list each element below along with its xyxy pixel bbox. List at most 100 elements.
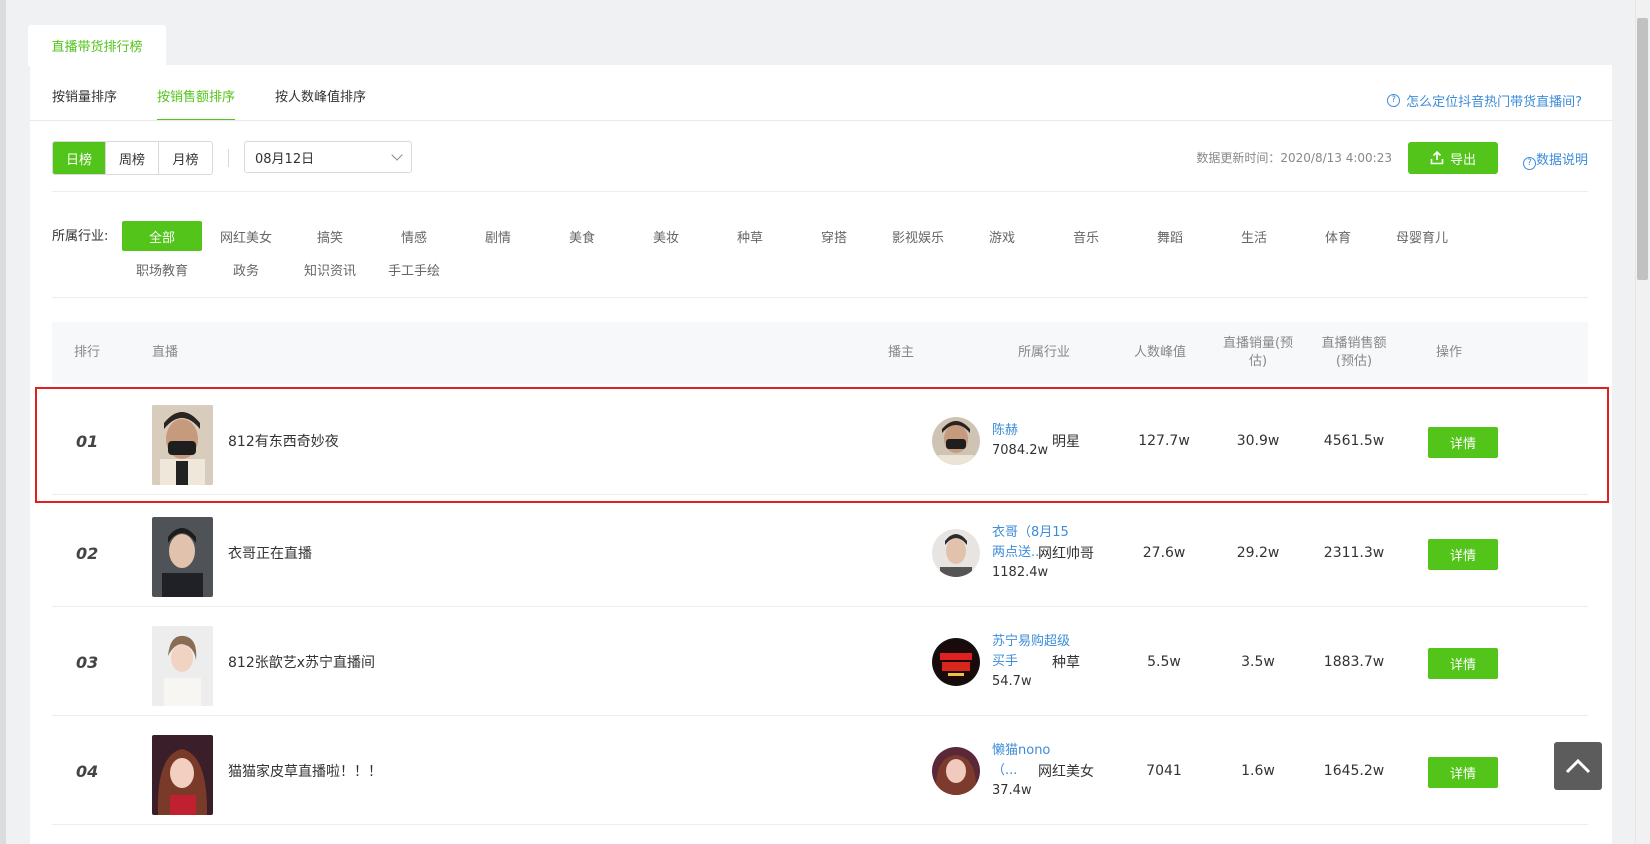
- amount-cell: 1883.7w: [1323, 654, 1385, 670]
- table-header: 排行 直播 播主 所属行业 人数峰值 直播销量(预估) 直播销售额(预估) 操作: [52, 322, 1588, 384]
- detail-button[interactable]: 详情: [1428, 427, 1498, 458]
- back-to-top-button[interactable]: [1554, 742, 1602, 790]
- header-industry: 所属行业: [1018, 345, 1071, 360]
- chevron-down-icon: [391, 149, 403, 161]
- industry-filter: 全部 网红美女 搞笑 情感 剧情 美食 美妆 种草 穿搭 影视娱乐 游戏 音乐 …: [122, 221, 1482, 287]
- table-row: 03 812张歆艺x苏宁直播间 苏宁易购超级买手 54.7w 种草 5.5w 3…: [52, 608, 1588, 716]
- rank-number: 03: [76, 652, 99, 672]
- volume-cell: 30.9w: [1236, 433, 1280, 449]
- live-title[interactable]: 812有东西奇妙夜: [228, 387, 339, 495]
- question-icon: ?: [1387, 94, 1401, 107]
- industry-item[interactable]: 种草: [710, 221, 790, 251]
- period-daily-button[interactable]: 日榜: [53, 142, 106, 174]
- industry-item[interactable]: 音乐: [1046, 221, 1126, 251]
- industry-item[interactable]: 舞蹈: [1130, 221, 1210, 251]
- industry-all[interactable]: 全部: [122, 221, 202, 251]
- industry-item[interactable]: 母婴育儿: [1382, 221, 1462, 251]
- tab-sort-by-amount[interactable]: 按销售额排序: [157, 65, 236, 121]
- divider: [30, 120, 1612, 121]
- table-row: 04 猫猫家皮草直播啦！！！ 懒猫nono（... 37.4w 网红美女 704…: [52, 717, 1588, 825]
- divider: [52, 191, 1588, 192]
- industry-cell: 网红帅哥: [1038, 546, 1094, 562]
- industry-item[interactable]: 生活: [1214, 221, 1294, 251]
- header-peak: 人数峰值: [1134, 345, 1187, 360]
- period-toggle: 日榜 周榜 月榜: [52, 141, 213, 175]
- industry-item[interactable]: 美食: [542, 221, 622, 251]
- industry-cell: 明星: [1052, 434, 1080, 450]
- period-monthly-button[interactable]: 月榜: [159, 142, 212, 174]
- amount-cell: 2311.3w: [1323, 545, 1385, 561]
- detail-button[interactable]: 详情: [1428, 539, 1498, 570]
- tab-live-sales-ranking[interactable]: 直播带货排行榜: [28, 25, 166, 66]
- divider: [228, 149, 229, 167]
- header-action: 操作: [1436, 345, 1463, 360]
- live-cover-image[interactable]: [152, 405, 213, 485]
- update-time: 数据更新时间：2020/8/13 4:00:23: [1196, 151, 1392, 165]
- industry-item[interactable]: 职场教育: [122, 254, 202, 284]
- live-title[interactable]: 猫猫家皮草直播啦！！！: [228, 717, 382, 825]
- host-avatar[interactable]: [932, 747, 980, 795]
- export-button[interactable]: 导出: [1408, 142, 1498, 174]
- header-sales-volume: 直播销量(预估): [1222, 336, 1294, 369]
- industry-item[interactable]: 影视娱乐: [878, 221, 958, 251]
- live-title[interactable]: 衣哥正在直播: [228, 499, 312, 607]
- rank-number: 01: [76, 431, 99, 451]
- industry-cell: 种草: [1052, 655, 1080, 671]
- industry-item[interactable]: 穿搭: [794, 221, 874, 251]
- volume-cell: 3.5w: [1241, 654, 1275, 670]
- upload-icon: [1430, 151, 1444, 165]
- industry-item[interactable]: 游戏: [962, 221, 1042, 251]
- detail-button[interactable]: 详情: [1428, 757, 1498, 788]
- help-link-text: 怎么定位抖音热门带货直播间?: [1406, 95, 1582, 110]
- header-rank: 排行: [74, 345, 101, 360]
- header-host: 播主: [888, 345, 915, 360]
- industry-label: 所属行业:: [52, 229, 109, 244]
- header-live: 直播: [152, 345, 179, 360]
- peak-cell: 27.6w: [1142, 545, 1186, 561]
- host-avatar[interactable]: [932, 417, 980, 465]
- industry-cell: 网红美女: [1038, 764, 1094, 780]
- peak-cell: 127.7w: [1138, 433, 1190, 449]
- rank-number: 02: [76, 543, 99, 563]
- industry-item[interactable]: 知识资讯: [290, 254, 370, 284]
- host-avatar[interactable]: [932, 638, 980, 686]
- sort-tabs: 按销量排序 按销售额排序 按人数峰值排序: [52, 65, 406, 121]
- date-select-value: 08月12日: [255, 151, 315, 167]
- industry-item[interactable]: 政务: [206, 254, 286, 284]
- industry-item[interactable]: 情感: [374, 221, 454, 251]
- host-avatar[interactable]: [932, 529, 980, 577]
- scrollbar-thumb[interactable]: [1637, 18, 1648, 280]
- chevron-up-icon: [1565, 758, 1591, 774]
- tab-sort-by-volume[interactable]: 按销量排序: [52, 65, 117, 121]
- live-cover-image[interactable]: [152, 517, 213, 597]
- live-cover-image[interactable]: [152, 626, 213, 706]
- date-select[interactable]: 08月12日: [244, 141, 412, 173]
- amount-cell: 4561.5w: [1323, 433, 1385, 449]
- table-row: 01 812有东西奇妙夜 陈赫 7084.2w 明星 127.7w 30.9w …: [35, 387, 1609, 503]
- industry-item[interactable]: 体育: [1298, 221, 1378, 251]
- help-link[interactable]: ? 怎么定位抖音热门带货直播间?: [1387, 91, 1582, 110]
- live-title[interactable]: 812张歆艺x苏宁直播间: [228, 608, 375, 716]
- ranking-panel: 按销量排序 按销售额排序 按人数峰值排序 ? 怎么定位抖音热门带货直播间? 日榜…: [30, 65, 1612, 844]
- period-weekly-button[interactable]: 周榜: [106, 142, 159, 174]
- tab-sort-by-peak[interactable]: 按人数峰值排序: [275, 65, 366, 121]
- table-row: 02 衣哥正在直播 衣哥（8月15两点送... 1182.4w 网红帅哥 27.…: [52, 499, 1588, 607]
- peak-cell: 7041: [1146, 763, 1182, 779]
- live-cover-image[interactable]: [152, 735, 213, 815]
- detail-button[interactable]: 详情: [1428, 648, 1498, 679]
- export-label: 导出: [1449, 152, 1476, 168]
- industry-item[interactable]: 美妆: [626, 221, 706, 251]
- question-icon: ?: [1522, 157, 1536, 170]
- rank-number: 04: [76, 761, 99, 781]
- industry-item[interactable]: 搞笑: [290, 221, 370, 251]
- divider: [52, 297, 1588, 298]
- industry-item[interactable]: 手工手绘: [374, 254, 454, 284]
- scrollbar[interactable]: [1635, 0, 1650, 844]
- industry-item[interactable]: 剧情: [458, 221, 538, 251]
- data-description-link[interactable]: ? 数据说明: [1522, 149, 1588, 170]
- industry-item[interactable]: 网红美女: [206, 221, 286, 251]
- data-description-text: 数据说明: [1535, 153, 1588, 168]
- peak-cell: 5.5w: [1147, 654, 1181, 670]
- volume-cell: 1.6w: [1241, 763, 1275, 779]
- left-edge: [0, 0, 6, 844]
